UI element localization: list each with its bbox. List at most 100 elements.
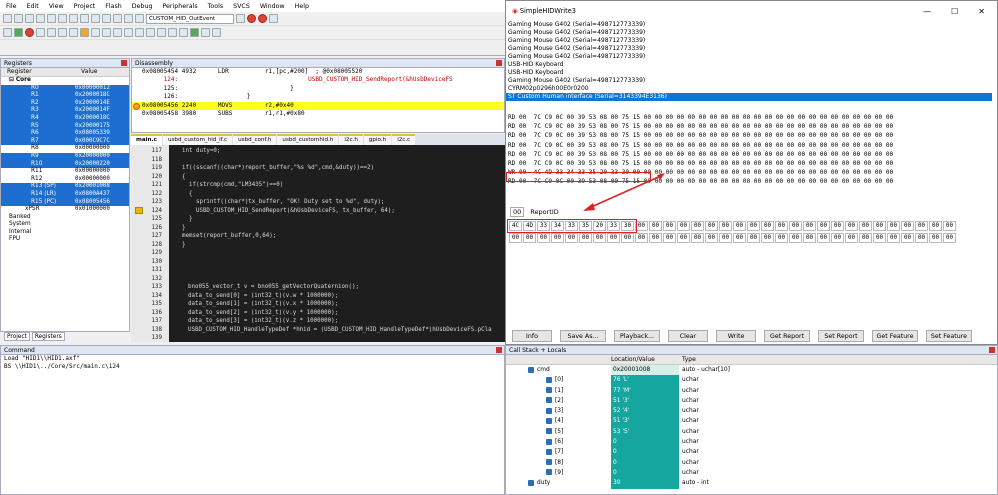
show-next-icon[interactable] [80,28,89,37]
callstack-window-icon[interactable] [135,28,144,37]
byte-field[interactable]: 00 [817,221,830,231]
byte-field[interactable]: 00 [635,233,648,243]
register-row[interactable]: R8 0x00000000 [1,145,129,153]
system-viewer-icon[interactable] [201,28,210,37]
byte-field[interactable]: 00 [901,221,914,231]
register-row[interactable]: R10 0x20000220 [1,160,129,169]
byte-field[interactable]: 00 [929,233,942,243]
report-id-field[interactable]: 00 [510,207,525,217]
locals-row[interactable]: [8] 0 uchar [506,457,997,468]
byte-field[interactable]: 00 [929,221,942,231]
menu-item-view[interactable]: View [49,3,64,10]
locals-row[interactable]: [0] 76 'L' uchar [506,375,997,386]
close-icon[interactable] [989,347,995,353]
command-window-icon[interactable] [91,28,100,37]
maximize-icon[interactable]: ☐ [951,7,958,16]
byte-field[interactable]: 00 [915,233,928,243]
open-icon[interactable] [14,14,23,23]
byte-field[interactable]: 00 [593,233,606,243]
byte-field[interactable]: 00 [887,233,900,243]
locals-row[interactable]: [9] 0 uchar [506,467,997,479]
tab-i2c-c[interactable]: i2c.c [392,134,416,145]
get-report-button[interactable]: Get Report [764,330,810,342]
save-as-button[interactable]: Save As... [560,330,606,342]
device-item[interactable]: Gaming Mouse G402 (Serial=498712773339) [506,45,992,53]
byte-field[interactable]: 00 [775,233,788,243]
byte-field[interactable]: 00 [901,233,914,243]
device-item[interactable]: CYRM02p0296h00E0r0200 [506,85,992,93]
byte-field[interactable]: 00 [607,233,620,243]
find-icon[interactable] [113,14,122,23]
tab-project[interactable]: Project [4,332,30,341]
register-group[interactable]: Internal [1,229,129,237]
device-item[interactable]: Gaming Mouse G402 (Serial=498712773339) [506,53,992,61]
tab-main-c[interactable]: main.c [131,134,162,145]
tab-usbd-custom-hid-if-c[interactable]: usbd_custom_hid_if.c [162,134,233,145]
core-group[interactable]: ⊟ Core [1,77,129,85]
menu-item-file[interactable]: File [6,3,17,10]
locals-row[interactable]: [2] 51 '3' uchar [506,395,997,407]
register-row[interactable]: R0 0x00000012 [1,84,129,93]
byte-field[interactable]: 00 [551,233,564,243]
close-icon[interactable] [496,347,502,353]
register-row[interactable]: R9 0x20000000 [1,152,129,161]
menu-item-svcs[interactable]: SVCS [233,3,250,10]
byte-field[interactable]: 00 [789,233,802,243]
menu-item-edit[interactable]: Edit [27,3,39,10]
toolbox-icon[interactable] [212,28,221,37]
byte-field[interactable]: 00 [817,233,830,243]
menu-item-help[interactable]: Help [295,3,309,10]
step-over-icon[interactable] [47,28,56,37]
device-item[interactable]: Gaming Mouse G402 (Serial=498712773339) [506,77,992,85]
playback-button[interactable]: Playback... [614,330,660,342]
run-to-cursor-icon[interactable] [69,28,78,37]
byte-field[interactable]: 00 [691,221,704,231]
register-row[interactable]: R15 (PC) 0x08005456 [1,198,129,207]
byte-field[interactable]: 00 [775,221,788,231]
trace-icon[interactable] [190,28,199,37]
tab-gpio-h[interactable]: gpio.h [363,134,392,145]
register-group[interactable]: System [1,221,129,229]
registers-window-icon[interactable] [124,28,133,37]
byte-field[interactable]: 00 [747,233,760,243]
symbols-window-icon[interactable] [113,28,122,37]
menu-item-flash[interactable]: Flash [105,3,122,10]
register-row[interactable]: R14 (LR) 0x0800A437 [1,190,129,199]
device-list[interactable]: Gaming Mouse G402 (Serial=498712773339) G… [506,21,992,109]
menu-item-debug[interactable]: Debug [132,3,153,10]
byte-field[interactable]: 00 [649,221,662,231]
redo-icon[interactable] [91,14,100,23]
byte-field[interactable]: 00 [621,233,634,243]
register-row[interactable]: R2 0x2000014E [1,99,129,108]
byte-field[interactable]: 00 [943,221,956,231]
close-icon[interactable]: ✕ [978,7,985,16]
menu-item-window[interactable]: Window [260,3,285,10]
watch-window-icon[interactable] [146,28,155,37]
device-item[interactable]: Gaming Mouse G402 (Serial=498712773339) [506,21,992,29]
code-editor[interactable]: 117 int duty=0; 118 119 if((sscanf((char*)re… [131,145,505,342]
save-all-icon[interactable] [36,14,45,23]
bookmark-icon[interactable] [102,14,111,23]
byte-field[interactable]: 00 [719,233,732,243]
run-icon[interactable] [14,28,23,37]
info-button[interactable]: Info [512,330,552,342]
byte-field[interactable]: 00 [761,233,774,243]
breakpoint-icon[interactable] [258,14,267,23]
byte-field[interactable]: 00 [649,233,662,243]
byte-field[interactable]: 00 [719,221,732,231]
device-item[interactable]: ST Custom Human interface (Serial=314339… [506,93,992,101]
byte-field[interactable]: 00 [873,221,886,231]
byte-field[interactable]: 00 [915,221,928,231]
byte-field[interactable]: 00 [831,233,844,243]
byte-field[interactable]: 00 [677,233,690,243]
device-item[interactable]: Gaming Mouse G402 (Serial=498712773339) [506,29,992,37]
set-feature-button[interactable]: Set Feature [926,330,972,342]
target-dropdown[interactable]: CUSTOM_HID_OutEvent [146,13,234,24]
menu-item-peripherals[interactable]: Peripherals [162,3,197,10]
paste-icon[interactable] [69,14,78,23]
close-icon[interactable] [496,60,502,66]
register-group[interactable]: Banked [1,214,129,222]
byte-field[interactable]: 00 [733,221,746,231]
stop-icon[interactable] [25,28,34,37]
menu-item-project[interactable]: Project [74,3,96,10]
